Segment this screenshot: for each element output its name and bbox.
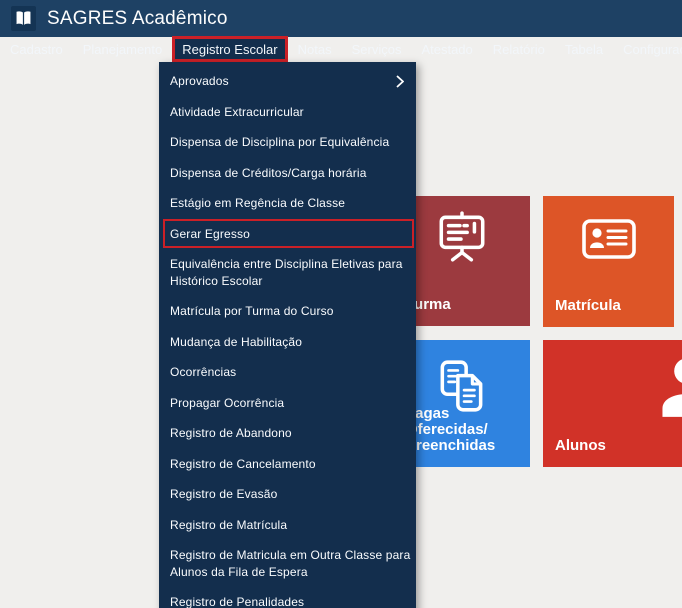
menu-item-configuracoes[interactable]: Configurações — [613, 37, 682, 62]
menu-item-relatorio[interactable]: Relatório — [483, 37, 555, 62]
dropdown-item-registro-cancelamento[interactable]: Registro de Cancelamento — [159, 449, 416, 480]
tile-vagas-label: Vagas Oferecidas/ Preenchidas — [406, 406, 530, 454]
page-title: SAGRES Acadêmico — [47, 8, 228, 30]
id-card-icon — [581, 218, 637, 260]
app-logo — [11, 6, 36, 31]
dropdown-item-dispensa-disciplina[interactable]: Dispensa de Disciplina por Equivalência — [159, 127, 416, 158]
tile-matricula-label: Matrícula — [555, 298, 621, 314]
menu-item-registro-escolar[interactable]: Registro Escolar — [172, 37, 287, 62]
presentation-board-icon — [433, 208, 491, 266]
tile-alunos[interactable]: Alunos — [543, 340, 682, 467]
dropdown-item-propagar-ocorrencia[interactable]: Propagar Ocorrência — [159, 388, 416, 419]
person-icon — [655, 355, 682, 417]
dropdown-item-gerar-egresso[interactable]: Gerar Egresso — [159, 219, 416, 250]
dropdown-item-mudanca-habilitacao[interactable]: Mudança de Habilitação — [159, 327, 416, 358]
tile-matricula[interactable]: Matrícula — [543, 196, 674, 327]
dropdown-item-matricula-por-turma[interactable]: Matrícula por Turma do Curso — [159, 296, 416, 327]
dropdown-item-registro-evasao[interactable]: Registro de Evasão — [159, 479, 416, 510]
open-book-icon — [14, 10, 33, 27]
title-bar: SAGRES Acadêmico — [0, 0, 682, 37]
dropdown-item-atividade-extracurricular[interactable]: Atividade Extracurricular — [159, 97, 416, 128]
dropdown-item-registro-matricula[interactable]: Registro de Matrícula — [159, 510, 416, 541]
tile-alunos-label: Alunos — [555, 438, 606, 454]
menu-item-cadastro[interactable]: Cadastro — [0, 37, 73, 62]
menu-item-tabela[interactable]: Tabela — [555, 37, 613, 62]
menu-bar: Cadastro Planejamento Registro Escolar N… — [0, 37, 682, 62]
dropdown-item-registro-matricula-outra-classe[interactable]: Registro de Matricula em Outra Classe pa… — [159, 540, 416, 587]
dropdown-item-estagio-regencia[interactable]: Estágio em Regência de Classe — [159, 188, 416, 219]
menu-item-planejamento[interactable]: Planejamento — [73, 37, 173, 62]
dropdown-item-equivalencia-eletivas[interactable]: Equivalência entre Disciplina Eletivas p… — [159, 249, 416, 296]
dropdown-item-dispensa-creditos[interactable]: Dispensa de Créditos/Carga horária — [159, 158, 416, 189]
menu-item-notas[interactable]: Notas — [288, 37, 342, 62]
dropdown-item-ocorrencias[interactable]: Ocorrências — [159, 357, 416, 388]
menu-item-servicos[interactable]: Serviços — [342, 37, 412, 62]
submenu-arrow-icon — [396, 73, 404, 89]
dropdown-item-registro-abandono[interactable]: Registro de Abandono — [159, 418, 416, 449]
dropdown-item-registro-penalidades[interactable]: Registro de Penalidades — [159, 587, 416, 608]
menu-item-atestado[interactable]: Atestado — [411, 37, 482, 62]
dropdown-item-aprovados[interactable]: Aprovados — [159, 66, 416, 97]
registro-escolar-dropdown: Aprovados Atividade Extracurricular Disp… — [159, 62, 416, 608]
